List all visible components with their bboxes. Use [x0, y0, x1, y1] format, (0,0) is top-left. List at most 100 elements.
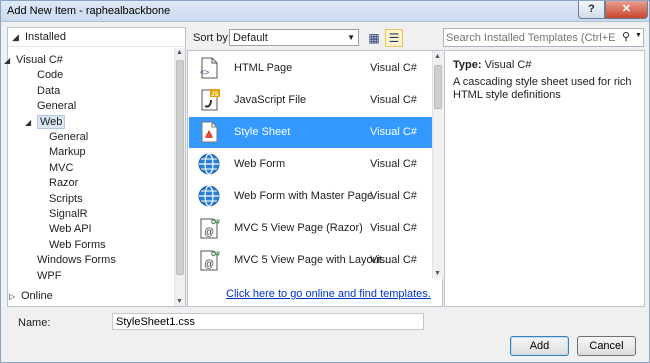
search-options-chevron-icon[interactable]: ▼ [635, 32, 642, 39]
installed-label: Installed [25, 31, 66, 43]
tree-item-label: Web [37, 114, 66, 129]
tree-item[interactable]: Data [37, 84, 60, 99]
tree-item-label: Razor [49, 177, 79, 190]
expanded-arrow-icon[interactable]: ◢ [4, 53, 16, 68]
close-button[interactable]: ✕ [605, 1, 648, 19]
category-pane: ◢ Installed ◢ Visual C# Code Data General ◢ We… [4, 27, 186, 307]
tree-item-label: SignalR [49, 208, 88, 220]
expand-arrow-icon: ◢ [12, 32, 19, 42]
expanded-arrow-icon[interactable]: ◢ [25, 115, 37, 130]
template-language: Visual C# [370, 158, 417, 170]
tree-item[interactable]: SignalR [49, 207, 88, 222]
template-row[interactable]: JS JavaScript File Visual C# [189, 85, 432, 116]
scroll-up-icon[interactable]: ▲ [176, 49, 183, 56]
medium-icons-view-icon[interactable]: ▦ [365, 29, 383, 47]
html-page-icon: <> [197, 56, 221, 80]
template-language: Visual C# [370, 62, 417, 74]
sort-bar: Sort by: Default ▼ ▦ ☰ [187, 27, 437, 49]
find-templates-online-link[interactable]: Click here to go online and find templat… [226, 288, 431, 300]
search-box[interactable]: ⚲ ▼ [443, 28, 644, 47]
template-scrollbar[interactable]: ▲ ▼ [432, 51, 443, 279]
template-list: <> HTML Page Visual C# JS JavaScript File Vis… [187, 50, 443, 307]
globe-icon [197, 184, 221, 208]
type-line: Type: Visual C# [453, 59, 531, 71]
template-language: Visual C# [370, 222, 417, 234]
details-pane: Type: Visual C# A cascading style sheet … [444, 50, 645, 307]
tree-item[interactable]: WPF [37, 269, 61, 284]
template-row[interactable]: Web Form Visual C# [189, 149, 432, 180]
tree-item-label: Markup [49, 146, 86, 159]
tree-item[interactable]: Markup [49, 145, 86, 160]
tree-item-label: Web API [49, 223, 92, 236]
help-button[interactable]: ? [578, 1, 605, 19]
tree-item[interactable]: MVC [49, 161, 73, 176]
name-label: Name: [18, 317, 51, 329]
tree-item[interactable]: Windows Forms [37, 253, 116, 268]
scroll-thumb[interactable] [434, 65, 442, 109]
template-name: HTML Page [234, 62, 293, 74]
name-field[interactable] [112, 313, 424, 330]
template-name: Style Sheet [234, 126, 291, 138]
template-name: Web Form [234, 158, 286, 170]
template-language: Visual C# [370, 126, 417, 138]
globe-icon [197, 152, 221, 176]
svg-text:@: @ [204, 227, 214, 238]
tree-item[interactable]: Code [37, 68, 63, 83]
collapsed-arrow-icon: ▷ [9, 292, 16, 301]
tree-item[interactable]: Web Forms [49, 238, 106, 253]
details-view-icon[interactable]: ☰ [385, 29, 403, 47]
title-bar: Add New Item - raphealbackbone ? ✕ [1, 1, 649, 22]
tree-item[interactable]: ◢ Web [25, 114, 66, 130]
search-icon[interactable]: ⚲ [622, 30, 630, 43]
tree-item-label: Visual C# [16, 54, 63, 66]
type-value: Visual C# [484, 59, 532, 71]
template-language: Visual C# [370, 190, 417, 202]
add-new-item-dialog: Add New Item - raphealbackbone ? ✕ ◢ Ins… [0, 0, 650, 363]
template-name: MVC 5 View Page with Layout... [234, 254, 391, 266]
template-name: JavaScript File [234, 94, 307, 106]
tree-item-label: General [37, 100, 77, 113]
tree-item[interactable]: ◢ Visual C# [4, 53, 63, 68]
razor-page-icon: C# @ [197, 248, 221, 272]
scroll-down-icon[interactable]: ▼ [176, 298, 183, 305]
svg-text:C#: C# [211, 251, 220, 258]
tree-item[interactable]: Scripts [49, 192, 83, 207]
template-row[interactable]: C# @ MVC 5 View Page (Razor) Visual C# [189, 213, 432, 244]
bottom-bar: Name: Add Cancel [1, 308, 649, 362]
category-scrollbar[interactable]: ▲ ▼ [174, 48, 185, 306]
tree-item-label: Windows Forms [37, 254, 116, 267]
template-row[interactable]: C# @ MVC 5 View Page with Layout... Visual … [189, 245, 432, 276]
sort-value: Default [233, 32, 268, 44]
chevron-down-icon: ▼ [347, 33, 355, 42]
template-row[interactable]: <> HTML Page Visual C# [189, 53, 432, 84]
svg-text:C#: C# [211, 219, 220, 226]
installed-header[interactable]: ◢ Installed [8, 28, 185, 47]
tree-item-label: Code [37, 69, 64, 82]
window-title: Add New Item - raphealbackbone [7, 5, 171, 17]
tree-item[interactable]: General [37, 99, 76, 114]
svg-text:JS: JS [211, 92, 218, 98]
sort-dropdown[interactable]: Default ▼ [229, 29, 359, 46]
javascript-file-icon: JS [197, 88, 221, 112]
template-name: Web Form with Master Page [234, 190, 374, 202]
tree-item-label: Web Forms [49, 238, 106, 251]
cancel-button[interactable]: Cancel [577, 336, 636, 356]
svg-text:@: @ [204, 259, 214, 270]
add-button[interactable]: Add [510, 336, 569, 356]
sort-by-label: Sort by: [193, 32, 231, 44]
template-row[interactable]: Style Sheet Visual C# [189, 117, 432, 148]
online-label: Online [21, 290, 53, 302]
template-row[interactable]: Web Form with Master Page Visual C# [189, 181, 432, 212]
tree-item[interactable]: Web API [49, 222, 92, 237]
online-node[interactable]: ▷ Online [9, 290, 53, 302]
scroll-thumb[interactable] [176, 60, 184, 275]
scroll-down-icon[interactable]: ▼ [434, 270, 441, 277]
search-input[interactable] [446, 30, 616, 45]
type-label: Type: [453, 59, 482, 71]
tree-item[interactable]: General [49, 130, 88, 145]
tree-item[interactable]: Razor [49, 176, 78, 191]
template-language: Visual C# [370, 94, 417, 106]
style-sheet-icon [197, 120, 221, 144]
scroll-up-icon[interactable]: ▲ [434, 53, 441, 60]
tree-item-label: General [49, 131, 89, 143]
